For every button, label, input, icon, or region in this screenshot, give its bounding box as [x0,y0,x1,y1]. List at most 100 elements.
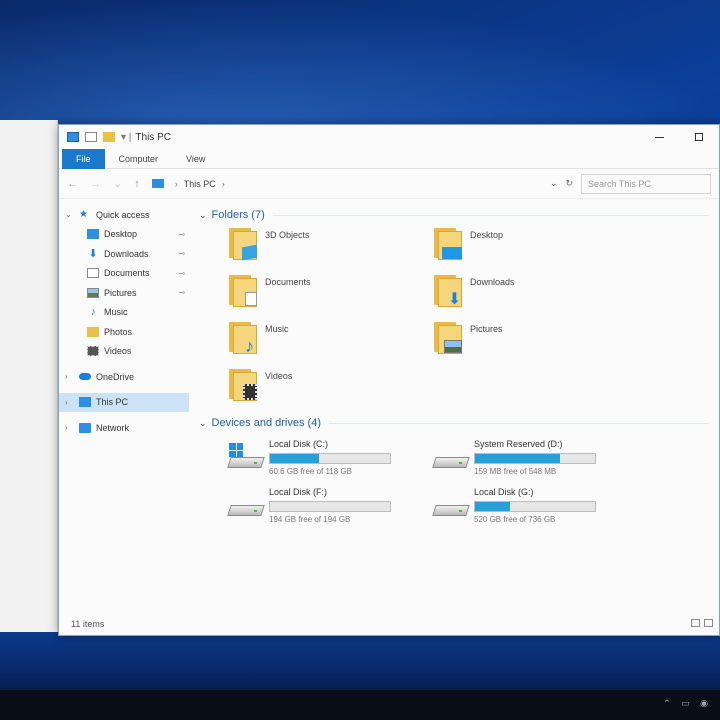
nav-label: Downloads [104,248,149,259]
expand-chevron-icon[interactable]: › [65,398,79,407]
tab-view[interactable]: View [172,149,219,169]
breadcrumb-chevron-icon[interactable]: › [175,179,178,189]
drive-item-c[interactable]: Local Disk (C:) 60.6 GB free of 118 GB [227,437,434,485]
hard-drive-icon [432,495,470,521]
desktop-icon [87,229,99,240]
folder-item-3d-objects[interactable]: 3D Objects [229,225,434,272]
system-tray-icon[interactable]: ⌃ ▭ ◉ [663,698,712,709]
nav-item-downloads[interactable]: ⬇ Downloads ⊸ [59,244,189,264]
recent-locations-chevron-icon[interactable]: ⌄ [113,177,122,190]
nav-onedrive[interactable]: › OneDrive [59,367,189,387]
folder-item-music[interactable]: ♪ Music [229,319,434,366]
nav-label: Quick access [96,209,150,220]
drive-free-space: 194 GB free of 194 GB [269,515,351,524]
this-pc-icon [67,132,79,142]
folder-name: Pictures [470,324,503,334]
nav-this-pc[interactable]: › This PC [59,392,189,412]
drive-item-d[interactable]: System Reserved (D:) 159 MB free of 548 … [432,437,639,485]
nav-item-music[interactable]: ♪ Music [59,303,189,323]
nav-label: Pictures [104,287,137,298]
large-icons-view-icon[interactable] [704,619,713,627]
cloud-icon [79,373,91,381]
drive-item-f[interactable]: Local Disk (F:) 194 GB free of 194 GB [227,485,434,533]
item-count: 11 items [71,619,105,629]
tab-computer[interactable]: Computer [105,149,173,169]
tab-file[interactable]: File [62,148,105,169]
nav-label: Photos [104,326,133,337]
collapse-chevron-icon[interactable]: ⌄ [199,210,207,221]
folder-item-videos[interactable]: Videos [229,366,434,413]
3d-objects-folder-icon [229,228,257,261]
address-actions: ⌄ ↻ [550,178,573,189]
new-folder-icon[interactable] [103,132,115,142]
folder-name: Music [265,324,289,334]
folders-group-header[interactable]: ⌄ Folders (7) [199,205,709,225]
nav-item-photos[interactable]: Photos [59,322,189,342]
expand-chevron-icon[interactable]: › [65,423,79,432]
search-input[interactable]: Search This PC [581,173,711,194]
drive-item-g[interactable]: Local Disk (G:) 520 GB free of 736 GB [432,485,639,533]
expand-chevron-icon[interactable]: › [65,372,79,381]
refresh-icon[interactable]: ↻ [565,178,573,189]
music-folder-icon: ♪ [229,322,257,355]
videos-folder-icon [229,369,257,401]
window-controls [639,125,719,149]
address-path[interactable]: › This PC › [151,174,550,194]
details-view-icon[interactable] [691,619,700,627]
folder-item-downloads[interactable]: ⬇ Downloads [434,272,639,319]
expand-chevron-icon[interactable]: ⌄ [65,210,79,219]
title-bar[interactable]: ▾ | This PC [59,125,719,149]
up-arrow-icon[interactable]: ↑ [134,178,140,190]
nav-label: This PC [96,397,129,408]
collapse-chevron-icon[interactable]: ⌄ [199,418,207,429]
drive-free-space: 159 MB free of 548 MB [474,467,557,476]
maximize-button[interactable] [679,125,719,149]
folder-name: Downloads [470,277,515,287]
nav-label: Desktop [104,229,138,240]
folder-item-documents[interactable]: Documents [229,272,434,319]
back-arrow-icon[interactable]: ← [67,178,78,190]
folder-item-desktop[interactable]: Desktop [434,225,639,272]
document-icon [87,268,99,279]
content-pane: ⌄ Folders (7) 3D Objects Desktop Documen… [189,199,719,619]
folder-name: 3D Objects [265,230,310,240]
background-window [0,120,58,632]
drive-name: Local Disk (F:) [269,487,328,497]
pin-icon: ⊸ [178,268,185,278]
download-arrow-icon: ⬇ [88,248,98,261]
customize-qat-chevron-icon[interactable]: ▾ | [121,132,131,143]
nav-label: OneDrive [96,371,135,382]
minimize-button[interactable] [639,125,679,149]
film-icon [87,346,99,357]
downloads-folder-icon: ⬇ [434,275,462,308]
nav-item-videos[interactable]: Videos [59,342,189,362]
drive-name: Local Disk (C:) [269,439,329,449]
nav-label: Documents [104,268,150,279]
address-bar: ← → ⌄ ↑ › This PC › ⌄ ↻ Search This PC [59,169,719,199]
nav-quick-access[interactable]: ⌄ ★ Quick access [59,205,189,225]
navigation-pane: ⌄ ★ Quick access Desktop ⊸ ⬇ Downloads ⊸… [59,199,189,619]
pin-icon: ⊸ [178,229,185,239]
address-dropdown-icon[interactable]: ⌄ [550,178,558,189]
folder-item-pictures[interactable]: Pictures [434,319,639,366]
forward-arrow-icon[interactable]: → [90,178,101,190]
divider [328,422,709,424]
system-drive-icon [227,443,265,473]
picture-icon [87,287,99,298]
nav-item-desktop[interactable]: Desktop ⊸ [59,225,189,245]
nav-item-pictures[interactable]: Pictures ⊸ [59,283,189,303]
nav-item-documents[interactable]: Documents ⊸ [59,264,189,284]
properties-icon[interactable] [85,132,97,142]
desktop-wallpaper-glow [0,0,720,130]
breadcrumb-chevron-icon[interactable]: › [222,179,225,189]
nav-network[interactable]: › Network [59,418,189,438]
breadcrumb-this-pc[interactable]: This PC [184,179,216,189]
drives-header-label: Devices and drives (4) [211,417,321,429]
drive-name: Local Disk (G:) [474,487,534,497]
folders-grid: 3D Objects Desktop Documents ⬇ Downloads… [199,225,709,413]
taskbar: ⌃ ▭ ◉ [0,690,720,720]
folders-header-label: Folders (7) [211,209,265,221]
drives-grid: Local Disk (C:) 60.6 GB free of 118 GB S… [199,437,709,533]
status-bar: 11 items [59,613,719,635]
drives-group-header[interactable]: ⌄ Devices and drives (4) [199,413,709,433]
